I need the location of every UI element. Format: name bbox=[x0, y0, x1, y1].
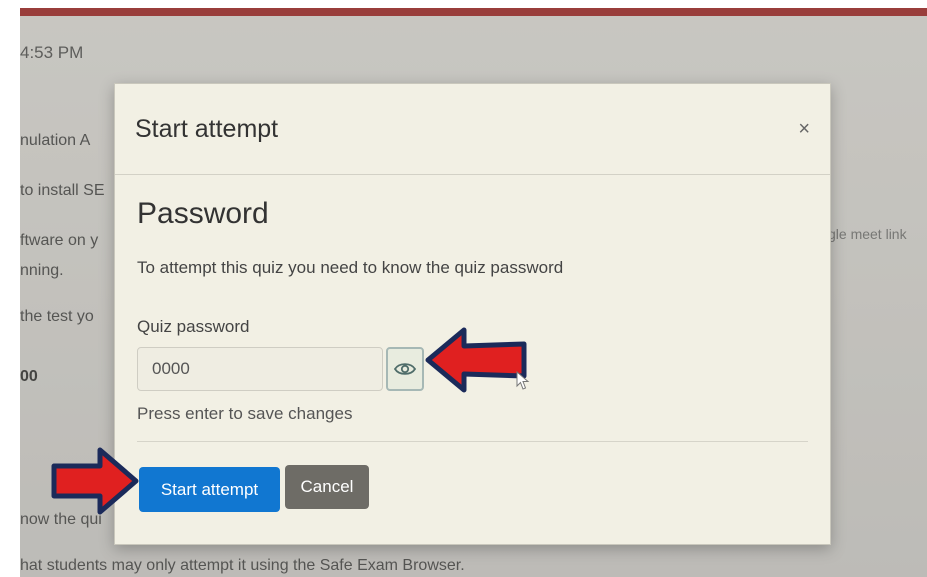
close-button[interactable]: × bbox=[798, 118, 810, 141]
modal-title: Start attempt bbox=[135, 115, 279, 143]
quiz-password-label: Quiz password bbox=[137, 317, 250, 336]
cancel-button[interactable]: Cancel bbox=[285, 465, 369, 509]
password-description: To attempt this quiz you need to know th… bbox=[137, 258, 564, 277]
password-heading: Password bbox=[137, 197, 269, 230]
footer-divider bbox=[137, 441, 808, 442]
quiz-password-input[interactable] bbox=[137, 347, 383, 391]
modal-header: Start attempt × bbox=[115, 84, 830, 175]
screen: 4:53 PM nulation A to install SE ftware … bbox=[20, 8, 927, 577]
photo-frame: 4:53 PM nulation A to install SE ftware … bbox=[0, 0, 927, 577]
mouse-cursor-icon bbox=[516, 371, 530, 390]
eye-icon bbox=[394, 363, 416, 375]
reveal-password-button[interactable] bbox=[386, 347, 424, 391]
start-attempt-dialog: Start attempt × Password To attempt this… bbox=[114, 83, 831, 545]
password-help-text: Press enter to save changes bbox=[137, 404, 353, 423]
annotation-arrow-right-pointing bbox=[51, 447, 139, 515]
annotation-arrow-left-pointing bbox=[425, 327, 527, 393]
start-attempt-button[interactable]: Start attempt bbox=[139, 467, 280, 512]
